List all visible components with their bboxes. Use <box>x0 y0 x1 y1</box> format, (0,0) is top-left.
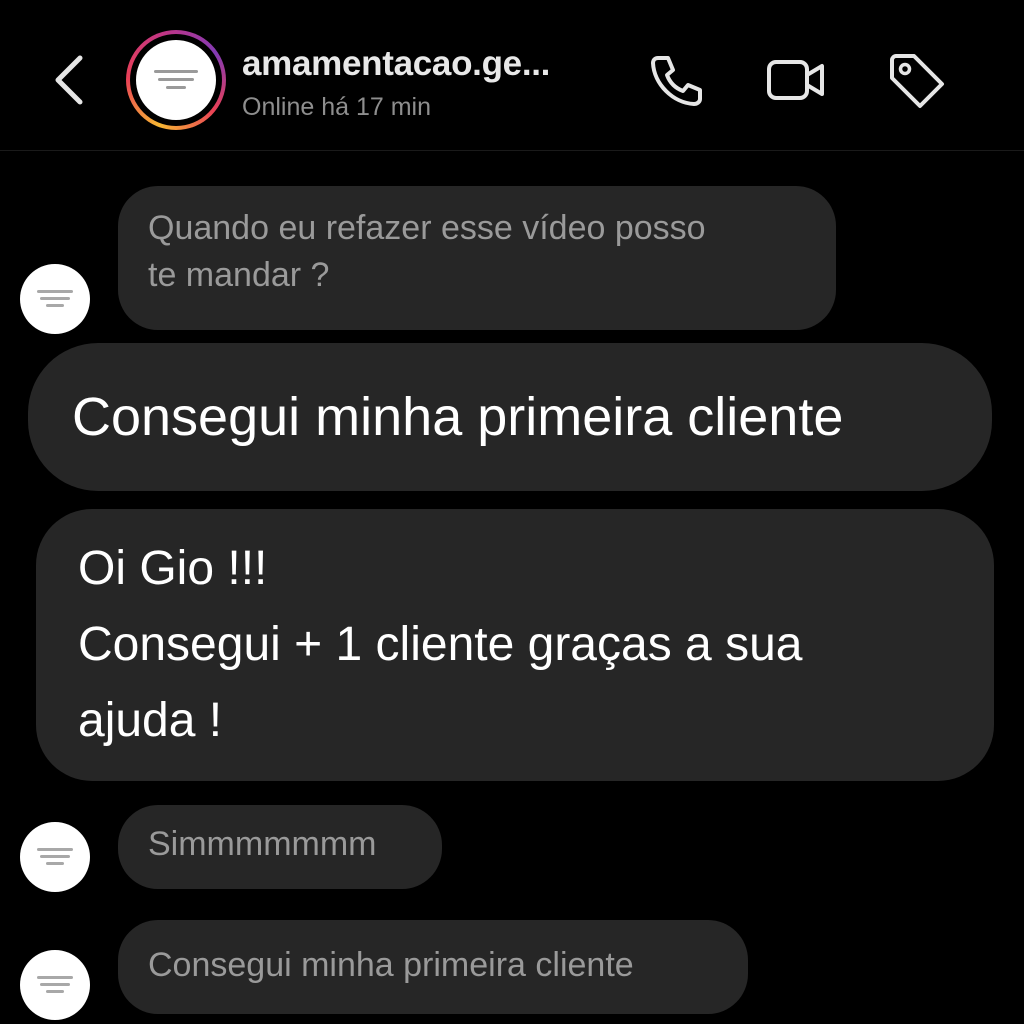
sender-avatar[interactable] <box>20 822 90 892</box>
message-text: Consegui + 1 cliente graças a sua <box>78 618 803 671</box>
message-text: Oi Gio !!! <box>78 542 268 595</box>
tag-button[interactable] <box>884 48 948 112</box>
message-bubble-incoming[interactable]: Simmmmmmm <box>118 805 442 889</box>
chat-header: amamentacao.ge... Online há 17 min <box>0 0 1024 151</box>
message-text: Simmmmmmm <box>148 825 377 863</box>
sender-avatar[interactable] <box>20 950 90 1020</box>
message-text: Quando eu refazer esse vídeo posso <box>148 209 706 247</box>
phone-icon <box>644 48 708 112</box>
highlighted-message-bubble[interactable]: Consegui minha primeira cliente <box>28 343 992 491</box>
tag-icon <box>884 48 948 112</box>
avatar-image <box>136 40 216 120</box>
back-button[interactable] <box>46 50 94 110</box>
chevron-left-icon <box>46 55 94 114</box>
video-camera-icon <box>764 48 828 112</box>
message-text: Consegui minha primeira cliente <box>72 387 844 447</box>
sender-avatar[interactable] <box>20 264 90 334</box>
contact-status: Online há 17 min <box>242 93 432 121</box>
video-call-button[interactable] <box>764 48 828 112</box>
contact-avatar[interactable] <box>126 30 226 130</box>
highlighted-message-bubble[interactable]: Oi Gio !!! Consegui + 1 cliente graças a… <box>36 509 994 781</box>
call-button[interactable] <box>644 48 708 112</box>
message-bubble-incoming[interactable]: Consegui minha primeira cliente <box>118 920 748 1014</box>
message-text: ajuda ! <box>78 694 223 747</box>
contact-name[interactable]: amamentacao.ge... <box>242 44 550 84</box>
message-text: Consegui minha primeira cliente <box>148 946 634 984</box>
message-text: te mandar ? <box>148 256 330 294</box>
message-bubble-incoming[interactable]: Quando eu refazer esse vídeo posso te ma… <box>118 186 836 330</box>
